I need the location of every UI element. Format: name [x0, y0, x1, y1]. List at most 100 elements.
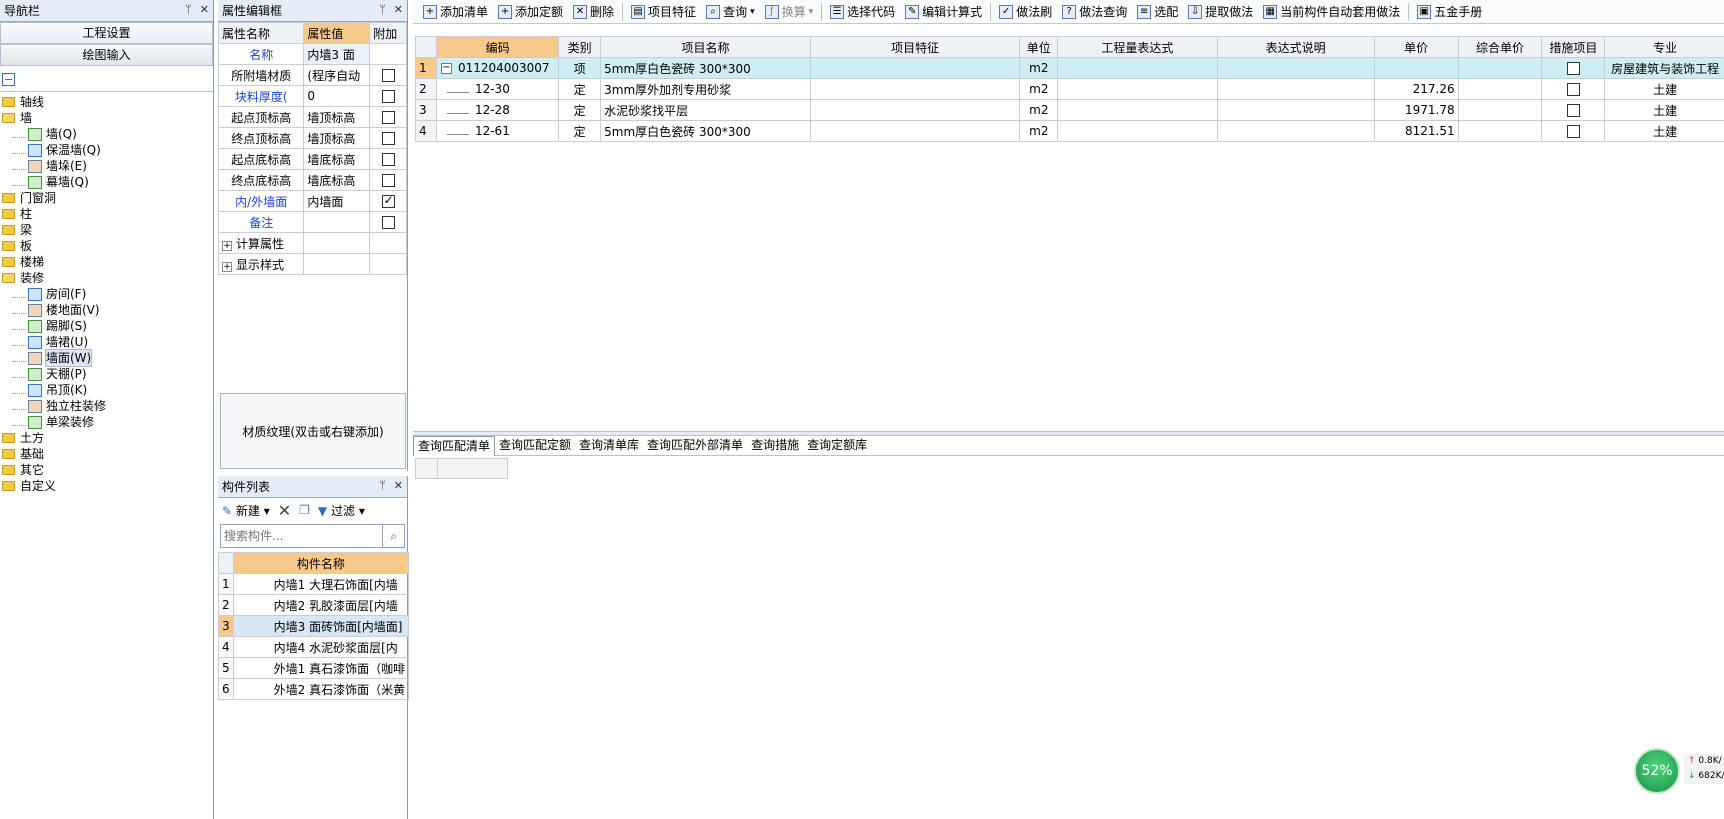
- nav-tree-item[interactable]: 板: [0, 238, 213, 254]
- extra-checkbox[interactable]: [381, 216, 395, 229]
- nav-tree-item[interactable]: 墙(Q): [0, 126, 213, 142]
- cell-unit[interactable]: m2: [1019, 99, 1059, 121]
- property-value[interactable]: 墙顶标高: [303, 106, 371, 128]
- pin-icon[interactable]: ᛘ: [185, 3, 192, 16]
- cell-expr[interactable]: [1057, 99, 1218, 121]
- nav-tree-item[interactable]: 独立柱装修: [0, 398, 213, 414]
- cell-code[interactable]: 12-61: [435, 120, 560, 142]
- nav-tree-item[interactable]: 单梁装修: [0, 414, 213, 430]
- property-value[interactable]: 内墙面: [303, 190, 371, 212]
- property-value[interactable]: 墙底标高: [303, 148, 371, 170]
- cell-name[interactable]: 5mm厚白色瓷砖 300*300: [600, 120, 811, 142]
- project-settings-button[interactable]: 工程设置: [0, 22, 213, 44]
- material-texture-area[interactable]: 材质纹理(双击或右键添加): [220, 393, 406, 469]
- cell-code[interactable]: −011204003007: [435, 57, 560, 79]
- nav-tree-item[interactable]: 楼地面(V): [0, 302, 213, 318]
- nav-tree-item[interactable]: 基础: [0, 446, 213, 462]
- cell-feature[interactable]: [809, 57, 1021, 79]
- cell-price[interactable]: 217.26: [1373, 78, 1459, 100]
- extra-checkbox[interactable]: [381, 69, 395, 82]
- measure-checkbox[interactable]: [1566, 125, 1580, 138]
- nav-tree-item[interactable]: 装修: [0, 270, 213, 286]
- prop-group-calc[interactable]: + 计算属性: [217, 232, 305, 254]
- cell-total[interactable]: [1457, 120, 1543, 142]
- query-tab[interactable]: 查询定额库: [803, 436, 871, 456]
- cell-expr[interactable]: [1057, 57, 1218, 79]
- property-value[interactable]: (程序自动: [303, 64, 371, 86]
- new-component-button[interactable]: ✎ 新建 ▾: [222, 502, 270, 519]
- component-row[interactable]: 5 外墙1 真石漆饰面（咖啡: [218, 657, 410, 679]
- copy-icon[interactable]: ❐: [299, 503, 310, 517]
- property-value[interactable]: 墙底标高: [303, 169, 371, 191]
- nav-tree-item[interactable]: 房间(F): [0, 286, 213, 302]
- component-row[interactable]: 2 内墙2 乳胶漆面层[内墙: [218, 594, 410, 616]
- nav-tree-item[interactable]: 保温墙(Q): [0, 142, 213, 158]
- cell-major[interactable]: 土建: [1604, 120, 1724, 142]
- bill-row[interactable]: 1−011204003007 项 5mm厚白色瓷砖 300*300 m2 房屋建筑与装饰…: [415, 57, 1724, 79]
- cell-desc[interactable]: [1216, 57, 1375, 79]
- cell-feature[interactable]: [809, 78, 1021, 100]
- usage-gauge[interactable]: 52%: [1634, 748, 1680, 794]
- toolbar-manual-button[interactable]: ▣ 五金手册: [1413, 2, 1486, 22]
- query-tab[interactable]: 查询匹配清单: [413, 436, 496, 456]
- cell-type[interactable]: 项: [558, 57, 602, 79]
- extra-checkbox[interactable]: [381, 111, 395, 124]
- nav-tree-item[interactable]: 墙: [0, 110, 213, 126]
- cell-name[interactable]: 水泥砂浆找平层: [600, 99, 811, 121]
- measure-checkbox[interactable]: [1566, 104, 1580, 117]
- bill-row[interactable]: 3 12-28 定水泥砂浆找平层 m2 1971.78 土建: [415, 99, 1724, 121]
- cell-measure[interactable]: [1541, 78, 1606, 100]
- collapse-all-icon[interactable]: [2, 73, 15, 86]
- toolbar-delete-button[interactable]: ✕ 删除: [569, 2, 618, 22]
- nav-tree-item[interactable]: 墙面(W): [0, 349, 213, 367]
- close-icon[interactable]: ✕: [394, 479, 403, 492]
- bill-row[interactable]: 4 12-61 定 5mm厚白色瓷砖 300*300 m2 8121.51 土建: [415, 120, 1724, 142]
- pin-icon[interactable]: ᛘ: [379, 3, 386, 16]
- cell-major[interactable]: 房屋建筑与装饰工程: [1604, 57, 1724, 79]
- cell-desc[interactable]: [1216, 99, 1375, 121]
- toolbar-method-query-button[interactable]: ? 做法查询: [1058, 2, 1131, 22]
- query-tab[interactable]: 查询匹配定额: [495, 436, 575, 456]
- collapse-icon[interactable]: −: [440, 63, 452, 74]
- toolbar-edit-formula-button[interactable]: ✎ 编辑计算式: [901, 2, 986, 22]
- toolbar-extract-button[interactable]: ⇩ 提取做法: [1184, 2, 1257, 22]
- cell-desc[interactable]: [1216, 120, 1375, 142]
- toolbar-feature-button[interactable]: ▤ 项目特征: [627, 2, 700, 22]
- cell-code[interactable]: 12-30: [435, 78, 560, 100]
- nav-tree-item[interactable]: 踢脚(S): [0, 318, 213, 334]
- nav-tree-item[interactable]: 楼梯: [0, 254, 213, 270]
- cell-price[interactable]: 1971.78: [1373, 99, 1459, 121]
- extra-checkbox[interactable]: [381, 90, 395, 103]
- property-value[interactable]: 墙顶标高: [303, 127, 371, 149]
- cell-feature[interactable]: [809, 120, 1021, 142]
- nav-tree-item[interactable]: 土方: [0, 430, 213, 446]
- measure-checkbox[interactable]: [1566, 83, 1580, 96]
- nav-tree-item[interactable]: 天棚(P): [0, 366, 213, 382]
- prop-group-display[interactable]: + 显示样式: [217, 253, 305, 275]
- expand-icon[interactable]: +: [222, 240, 232, 251]
- nav-tree-item[interactable]: 柱: [0, 206, 213, 222]
- nav-tree-item[interactable]: 门窗洞: [0, 190, 213, 206]
- cell-price[interactable]: [1373, 57, 1459, 79]
- property-value[interactable]: [303, 211, 371, 233]
- query-tab[interactable]: 查询清单库: [575, 436, 643, 456]
- delete-icon[interactable]: ✕: [278, 501, 291, 520]
- pin-icon[interactable]: ᛘ: [379, 479, 386, 492]
- cell-code[interactable]: 12-28: [435, 99, 560, 121]
- cell-total[interactable]: [1457, 57, 1543, 79]
- cell-measure[interactable]: [1541, 57, 1606, 79]
- nav-tree-item[interactable]: 其它: [0, 462, 213, 478]
- extra-checkbox[interactable]: [381, 193, 395, 208]
- cell-measure[interactable]: [1541, 99, 1606, 121]
- cell-total[interactable]: [1457, 99, 1543, 121]
- extra-checkbox[interactable]: [381, 132, 395, 145]
- cell-unit[interactable]: m2: [1019, 120, 1059, 142]
- nav-tree-item[interactable]: 幕墙(Q): [0, 174, 213, 190]
- extra-checkbox[interactable]: [381, 174, 395, 187]
- component-search-input[interactable]: [220, 524, 384, 548]
- toolbar-auto-apply-button[interactable]: ▦ 当前构件自动套用做法: [1259, 2, 1404, 22]
- cell-unit[interactable]: m2: [1019, 57, 1059, 79]
- component-row[interactable]: 4 内墙4 水泥砂浆面层[内: [218, 636, 410, 658]
- cell-measure[interactable]: [1541, 120, 1606, 142]
- query-tab[interactable]: 查询匹配外部清单: [643, 436, 747, 456]
